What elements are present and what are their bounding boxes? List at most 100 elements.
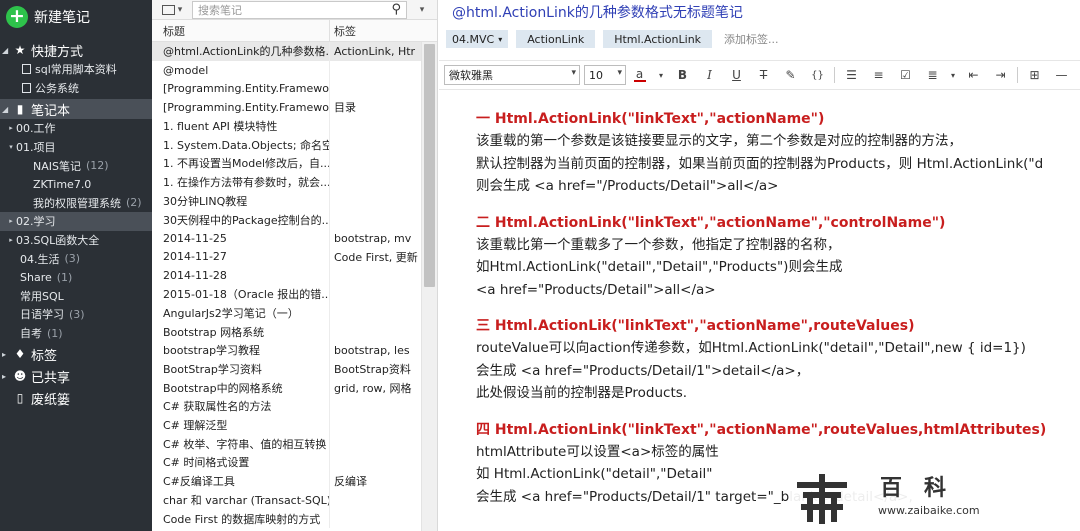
- tag-chip[interactable]: ActionLink: [516, 30, 596, 48]
- notebook-item[interactable]: 我的权限管理系统 (2): [0, 194, 152, 213]
- expand-arrow-icon[interactable]: ▸: [6, 217, 16, 225]
- format-toolbar: 微软雅黑 ▾ 10 ▾ a ▾ B I U T ✎ {} ☰ ≡ ☑ ≣ ▾ ⇤…: [439, 60, 1080, 90]
- list-item[interactable]: @model: [152, 60, 437, 80]
- notebooks-section[interactable]: ◢ ▮ 笔记本: [0, 99, 152, 120]
- checkbox-icon[interactable]: ☑: [892, 64, 919, 86]
- list-item[interactable]: char 和 varchar (Transact-SQL): [152, 490, 437, 510]
- list-item[interactable]: C# 获取属性名的方法: [152, 397, 437, 416]
- expand-arrow-icon[interactable]: ▸: [6, 124, 16, 132]
- note-icon: [22, 64, 31, 75]
- expand-arrow-icon[interactable]: ▸: [6, 236, 16, 244]
- notebook-item[interactable]: Share (1): [0, 268, 152, 287]
- font-size-select[interactable]: 10 ▾: [584, 65, 626, 85]
- collapse-arrow-icon: ◢: [2, 45, 9, 55]
- shortcuts-section[interactable]: ◢ ★ 快捷方式: [0, 40, 152, 60]
- notebook-item[interactable]: 常用SQL: [0, 287, 152, 306]
- list-scrollbar[interactable]: [421, 42, 437, 531]
- collapse-arrow-icon: ◢: [2, 104, 9, 114]
- list-item[interactable]: 30分钟LINQ教程: [152, 191, 437, 211]
- list-item[interactable]: 2014-11-28: [152, 266, 437, 285]
- italic-icon[interactable]: I: [696, 64, 723, 86]
- strikethrough-icon[interactable]: T: [750, 64, 777, 86]
- column-header-title[interactable]: 标题: [152, 20, 330, 41]
- new-note-button[interactable]: + 新建笔记: [0, 0, 152, 34]
- list-item[interactable]: Bootstrap中的网格系统 grid, row, 网格: [152, 378, 437, 398]
- notebook-count: (12): [85, 159, 109, 173]
- list-item[interactable]: 1. 不再设置当Model修改后，自...: [152, 154, 437, 173]
- note-title-cell: 1. 不再设置当Model修改后，自...: [152, 154, 330, 173]
- notebook-selector[interactable]: 04.MVC ▾: [446, 30, 509, 48]
- shortcut-item[interactable]: sql常用脚本资料: [0, 60, 152, 79]
- chevron-down-icon[interactable]: ▾: [653, 64, 669, 86]
- note-title-cell: 2014-11-28: [152, 266, 330, 285]
- notebook-label: 我的权限管理系统: [33, 196, 121, 210]
- code-icon[interactable]: {}: [804, 64, 831, 86]
- sidebar: + 新建笔记 ◢ ★ 快捷方式 sql常用脚本资料 公务系统 ◢ ▮ 笔记本 ▸…: [0, 0, 152, 531]
- column-header-tags[interactable]: 标签: [330, 20, 420, 41]
- list-item[interactable]: AngularJs2学习笔记（一）: [152, 303, 437, 323]
- notebook-item[interactable]: ▾ 01.项目: [0, 138, 152, 157]
- shared-section[interactable]: ▸ ☻ 已共享: [0, 366, 152, 386]
- align-icon[interactable]: ≣: [919, 64, 946, 86]
- list-item[interactable]: 1. System.Data.Objects; 命名空...: [152, 135, 437, 155]
- list-item[interactable]: C# 时间格式设置: [152, 453, 437, 472]
- list-item[interactable]: 2015-01-18（Oracle 报出的错...: [152, 284, 437, 304]
- bullet-list-icon[interactable]: ☰: [838, 64, 865, 86]
- notebook-item[interactable]: NAIS笔记 (12): [0, 156, 152, 175]
- outdent-icon[interactable]: ⇤: [960, 64, 987, 86]
- horizontal-rule-icon[interactable]: —: [1048, 64, 1075, 86]
- scrollbar-thumb[interactable]: [424, 44, 435, 287]
- notebook-item[interactable]: ▸ 03.SQL函数大全: [0, 231, 152, 250]
- list-item[interactable]: bootstrap学习教程 bootstrap, les: [152, 341, 437, 360]
- paragraph-line: <a href="Products/Detail">all</a>: [476, 281, 716, 298]
- font-color-button[interactable]: a: [626, 64, 653, 86]
- list-item[interactable]: 1. 在操作方法带有参数时，就会...: [152, 172, 437, 192]
- list-item[interactable]: C#反编译工具 反编译: [152, 471, 437, 491]
- paragraph-line: 会生成 <a href="Products/Detail/1">detail</…: [476, 362, 810, 379]
- list-item[interactable]: @html.ActionLink的几种参数格... ActionLink, Htr: [152, 42, 437, 61]
- list-item[interactable]: 30天例程中的Package控制台的...: [152, 210, 437, 229]
- chevron-down-icon[interactable]: ▾: [946, 64, 960, 86]
- indent-icon[interactable]: ⇥: [987, 64, 1014, 86]
- trash-section[interactable]: ▯ 废纸篓: [0, 388, 152, 408]
- list-item[interactable]: 2014-11-27 Code First, 更新: [152, 247, 437, 267]
- highlighter-icon[interactable]: ✎: [777, 64, 804, 86]
- numbered-list-icon[interactable]: ≡: [865, 64, 892, 86]
- bold-icon[interactable]: B: [669, 64, 696, 86]
- list-item[interactable]: Bootstrap 网格系统: [152, 322, 437, 341]
- expand-arrow-icon[interactable]: ▾: [6, 143, 16, 151]
- chevron-down-icon: ▾: [498, 34, 503, 44]
- list-item[interactable]: 2014-11-25 bootstrap, mv: [152, 228, 437, 248]
- add-tag-input[interactable]: 添加标签...: [724, 31, 779, 47]
- list-item[interactable]: BootStrap学习资料 BootStrap资料: [152, 359, 437, 379]
- notebook-label: 00.工作: [16, 122, 56, 136]
- list-item[interactable]: C# 理解泛型: [152, 415, 437, 435]
- font-family-select[interactable]: 微软雅黑 ▾: [444, 65, 580, 85]
- font-family-value: 微软雅黑: [449, 69, 493, 82]
- list-item[interactable]: [Programming.Entity.Framewor...: [152, 79, 437, 99]
- search-icon[interactable]: ⚲: [391, 2, 401, 17]
- note-title-cell: 1. fluent API 模块特性: [152, 116, 330, 136]
- list-item[interactable]: C# 枚举、字符串、值的相互转换: [152, 434, 437, 454]
- table-icon[interactable]: ⊞: [1021, 64, 1048, 86]
- notebook-item[interactable]: ▸ 00.工作: [0, 119, 152, 138]
- notebook-item[interactable]: ▸ 02.学习: [0, 212, 152, 231]
- list-item[interactable]: 1. fluent API 模块特性: [152, 116, 437, 136]
- search-options-chevron-icon[interactable]: ▾: [407, 5, 437, 15]
- tags-section[interactable]: ▸ ♦ 标签: [0, 344, 152, 364]
- search-input[interactable]: 搜索笔记 ⚲: [192, 0, 407, 19]
- expand-arrow-icon: ▸: [2, 371, 7, 381]
- underline-icon[interactable]: U: [723, 64, 750, 86]
- note-title[interactable]: @html.ActionLink的几种参数格式无标题笔记: [439, 0, 1080, 24]
- notebook-item[interactable]: ZKTime7.0: [0, 175, 152, 194]
- note-icon: [22, 82, 31, 93]
- view-mode-button[interactable]: ▾: [152, 0, 192, 20]
- notebook-item[interactable]: 自考 (1): [0, 324, 152, 343]
- list-item[interactable]: [Programming.Entity.Framewor... 目录: [152, 98, 437, 117]
- list-item[interactable]: Code First 的数据库映射的方式: [152, 509, 437, 528]
- notebook-item[interactable]: 日语学习 (3): [0, 305, 152, 324]
- watermark-url: www.zaibaike.com: [878, 504, 980, 517]
- tag-chip[interactable]: Html.ActionLink: [603, 30, 713, 48]
- shortcut-item[interactable]: 公务系统: [0, 79, 152, 98]
- notebook-item[interactable]: 04.生活 (3): [0, 249, 152, 268]
